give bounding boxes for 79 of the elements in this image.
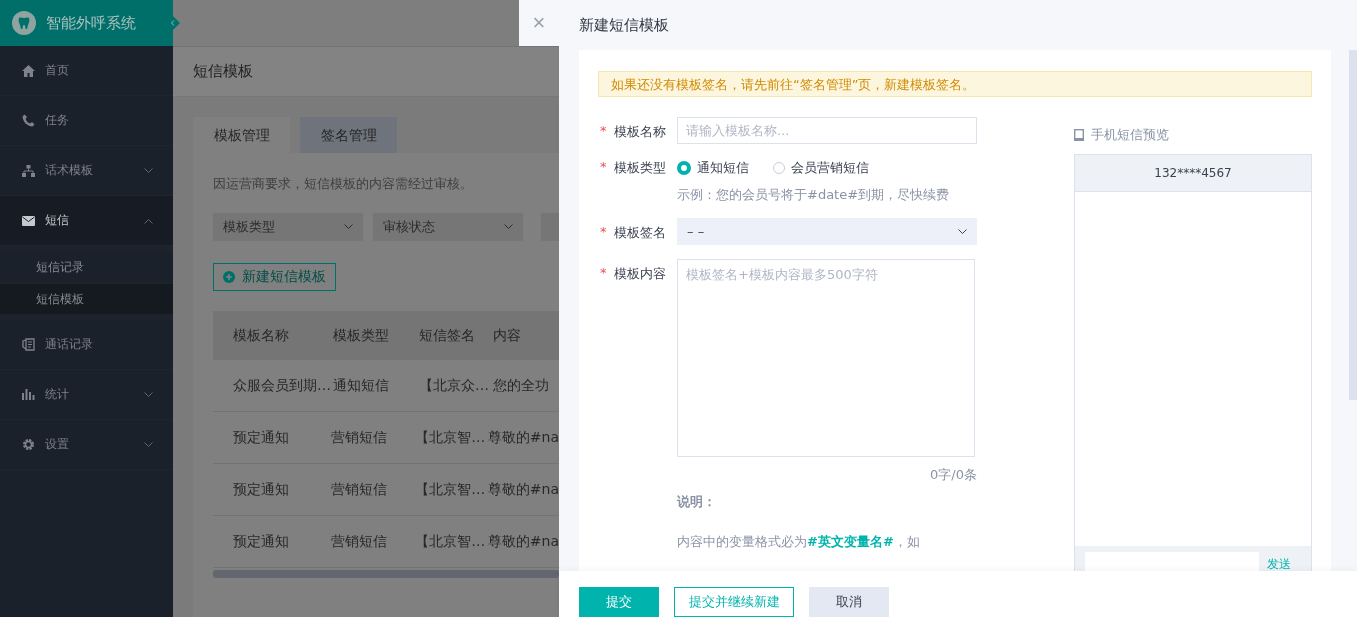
form-button[interactable]: 取消 — [809, 587, 889, 617]
home-icon — [22, 64, 35, 77]
chevron-icon — [504, 224, 513, 230]
note-text: 内容中的变量格式必为#英文变量名#，如 — [677, 533, 921, 551]
phone-icon — [1074, 129, 1084, 141]
column-header: 模板名称 — [232, 326, 290, 345]
phone-number: 132****4567 — [1075, 155, 1311, 192]
nav-item[interactable]: 设置 — [0, 420, 173, 470]
app-title: 智能外呼系统 — [46, 13, 136, 33]
table-cell: 尊敬的#na — [487, 428, 559, 447]
table-cell-text: 预定通知 — [232, 480, 290, 499]
field-label: 模板内容 — [614, 265, 666, 283]
send-link[interactable]: 发送 — [1267, 556, 1291, 571]
required-mark: * — [599, 224, 608, 239]
table-cell-text: 营销短信 — [330, 532, 388, 551]
mail-icon — [22, 215, 35, 226]
table-cell-text: 预定通知 — [232, 532, 290, 551]
example-text: 示例：您的会员号将于#date#到期，尽快续费 — [677, 186, 951, 204]
table-cell-text: 您的全功 — [493, 376, 550, 395]
nav-item[interactable]: 通话记录 — [0, 320, 173, 370]
column-header: 内容 — [493, 326, 522, 345]
new-template-button[interactable]: 新建短信模板 — [213, 263, 336, 291]
field-label: 模板签名 — [614, 224, 666, 242]
phone-icon — [22, 114, 35, 127]
hierarchy-icon — [22, 164, 35, 177]
page-title: 短信模板 — [193, 62, 253, 81]
filter-select[interactable]: 审核状态 — [373, 213, 523, 241]
column-header: 短信签名 — [418, 326, 476, 345]
chevron-icon — [144, 217, 153, 224]
field-label: 模板类型 — [614, 159, 666, 177]
table-cell-text: 众服会员到期… — [232, 376, 332, 395]
required-mark: * — [599, 159, 608, 174]
column-header: 模板类型 — [333, 326, 390, 345]
table-cell-text: 营销短信 — [330, 428, 388, 447]
name-input[interactable]: 请输入模板名称... — [677, 117, 977, 144]
signature-select[interactable]: – – — [677, 218, 977, 245]
form-button[interactable]: 提交 — [579, 587, 659, 617]
chevron-icon — [958, 228, 967, 235]
table-cell-text: 营销短信 — [330, 480, 388, 499]
table-cell: 尊敬的#na — [487, 480, 559, 499]
tab[interactable]: 模板管理 — [193, 117, 290, 153]
call-log-icon — [22, 338, 35, 351]
table-cell-text: 【北京智… — [414, 532, 487, 551]
character-count: 0字/0条 — [929, 466, 977, 484]
scrollbar[interactable] — [1349, 50, 1357, 400]
nav-item[interactable]: 任务 — [0, 96, 173, 146]
tooth-logo-icon — [12, 11, 36, 35]
preview-title: 手机短信预览 — [1091, 126, 1169, 144]
table-cell-text: 【北京智… — [414, 428, 487, 447]
table-cell-text: 预定通知 — [232, 428, 290, 447]
bar-chart-icon — [22, 389, 35, 400]
required-mark: * — [599, 123, 608, 138]
chevron-icon — [144, 167, 153, 174]
chevron-icon — [144, 441, 153, 448]
radio-option[interactable]: 会员营销短信 — [773, 159, 869, 177]
nav-item[interactable]: 短信 — [0, 196, 173, 246]
plus-icon — [223, 271, 235, 283]
table-cell-text: 【北京众… — [418, 376, 490, 395]
scrollbar[interactable] — [213, 570, 559, 578]
table-cell-text: 【北京智… — [414, 480, 487, 499]
nav-item[interactable]: 统计 — [0, 370, 173, 420]
chevron-icon — [344, 224, 353, 230]
gear-icon — [22, 438, 35, 451]
radio-option[interactable]: 通知短信 — [677, 159, 749, 177]
nav-subitem[interactable]: 短信模板 — [0, 284, 173, 314]
table-cell-text: 通知短信 — [333, 376, 390, 395]
table-cell: 尊敬的#na — [487, 532, 559, 551]
notice-text: 因运营商要求，短信模板的内容需经过审核。 — [212, 175, 474, 193]
drawer-title: 新建短信模板 — [579, 15, 669, 35]
form-button[interactable]: 提交并继续新建 — [674, 587, 794, 617]
close-button[interactable]: × — [519, 0, 559, 46]
warning-banner: 如果还没有模板签名，请先前往“签名管理”页，新建模板签名。 — [598, 71, 1312, 97]
filter-select[interactable]: 模板类型 — [213, 213, 363, 241]
tab[interactable]: 签名管理 — [300, 117, 397, 153]
note-title: 说明： — [677, 493, 717, 511]
field-label: 模板名称 — [614, 123, 666, 141]
content-textarea[interactable]: 模板签名+模板内容最多500字符 — [677, 259, 975, 457]
required-mark: * — [599, 265, 608, 280]
chevron-icon — [144, 391, 153, 398]
